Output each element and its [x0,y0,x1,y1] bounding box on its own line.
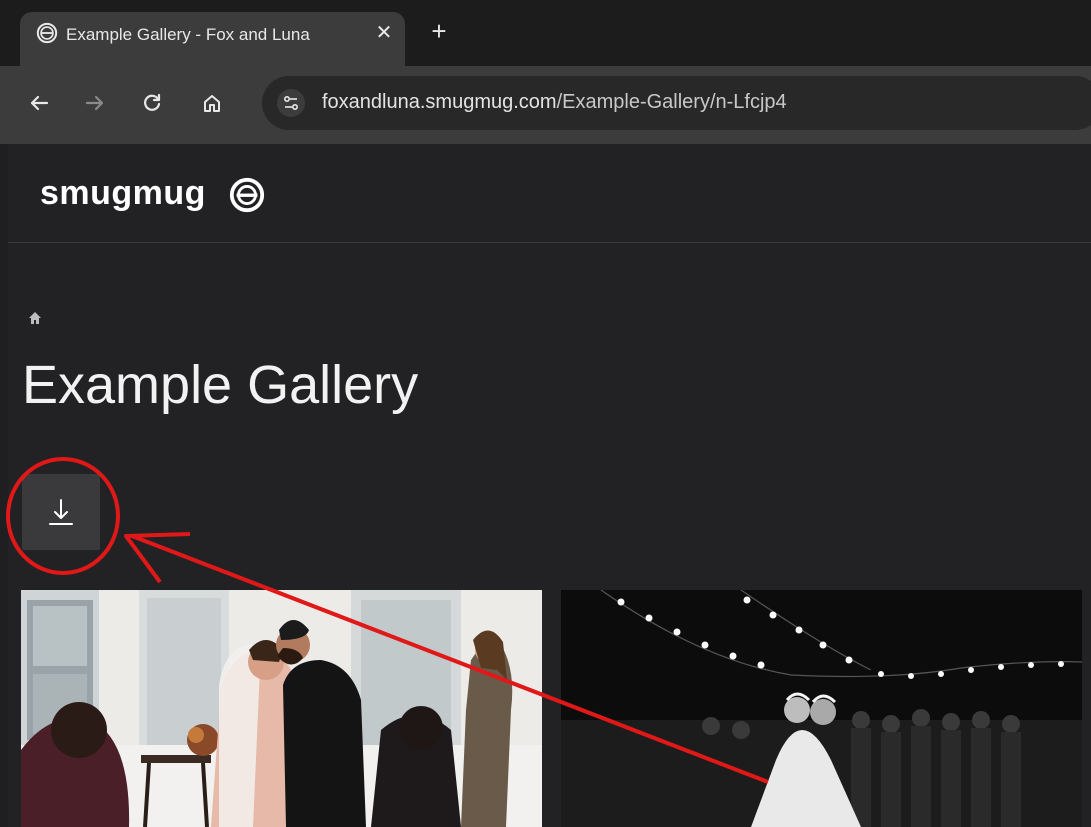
tab-strip: Example Gallery - Fox and Luna ✕ + [0,0,1091,66]
smugmug-logo[interactable]: smugmug [40,174,206,213]
download-icon [49,499,73,525]
address-bar[interactable]: foxandluna.smugmug.com/Example-Gallery/n… [262,76,1091,130]
url-path: /Example-Gallery/n-Lfcjp4 [556,91,787,113]
new-tab-button[interactable]: + [424,16,454,46]
gallery-photo-night-dance[interactable] [561,590,1082,827]
home-button[interactable] [197,88,227,118]
page-title: Example Gallery [22,355,419,415]
back-arrow-icon [30,95,49,111]
web-page: smugmug Example Gallery [8,144,1091,827]
forward-button[interactable] [80,88,110,118]
download-button[interactable] [22,474,100,550]
wedding-kiss-image [21,590,542,827]
smugmug-favicon [36,22,58,44]
reload-button[interactable] [137,88,167,118]
smiley-logo-icon [229,177,265,213]
home-icon [204,95,220,112]
gallery-photo-wedding-kiss[interactable] [21,590,542,827]
tab-close-icon[interactable]: ✕ [369,18,399,48]
site-info-icon[interactable] [276,88,306,118]
breadcrumb-home-icon[interactable] [25,308,45,328]
back-button[interactable] [24,88,54,118]
forward-arrow-icon [85,95,104,111]
tab-title: Example Gallery - Fox and Luna [66,25,310,44]
browser-toolbar: foxandluna.smugmug.com/Example-Gallery/n… [0,66,1091,144]
header-divider [8,242,1091,243]
night-dance-image [561,590,1082,827]
url-text[interactable]: foxandluna.smugmug.com/Example-Gallery/n… [322,91,787,114]
browser-tab[interactable]: Example Gallery - Fox and Luna ✕ [20,12,405,66]
url-host: foxandluna.smugmug.com [322,91,557,113]
reload-icon [144,93,161,111]
